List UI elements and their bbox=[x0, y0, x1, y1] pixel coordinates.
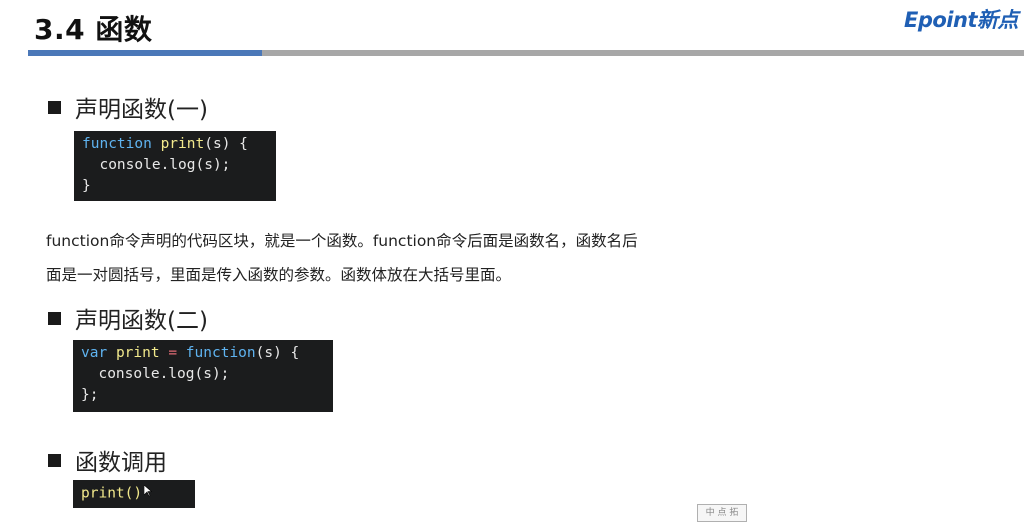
code-function-name: print bbox=[115, 345, 160, 361]
code-args: (s) { bbox=[255, 345, 300, 361]
code-function-name: print bbox=[160, 136, 205, 152]
code-operator: = bbox=[168, 345, 178, 361]
square-bullet-icon bbox=[48, 100, 61, 114]
section-heading-2: 声明函数(二) bbox=[48, 301, 208, 335]
header-divider-bar bbox=[262, 50, 1024, 56]
code-line: console.log(s); bbox=[82, 157, 231, 173]
square-bullet-icon bbox=[48, 311, 61, 325]
code-args: (s) { bbox=[204, 136, 248, 152]
section-heading-1: 声明函数(一) bbox=[48, 90, 208, 124]
slide-title: 3.4 函数 bbox=[34, 13, 153, 46]
epoint-logo: Epoint新点 bbox=[904, 8, 1019, 32]
code-line: print() bbox=[81, 483, 187, 505]
code-line: function print(s) { bbox=[82, 134, 268, 155]
code-keyword: var bbox=[81, 345, 108, 361]
section-heading-2-label: 声明函数(二) bbox=[75, 308, 208, 334]
code-line: }; bbox=[81, 387, 99, 403]
code-line: } bbox=[82, 178, 91, 194]
code-line: console.log(s); bbox=[81, 366, 230, 382]
code-block-2: var print = function(s) { console.log(s)… bbox=[73, 340, 333, 412]
code-block-1: function print(s) { console.log(s);} bbox=[74, 131, 276, 201]
square-bullet-icon bbox=[48, 453, 61, 467]
code-keyword: function bbox=[82, 136, 152, 152]
section-heading-3-label: 函数调用 bbox=[75, 450, 167, 476]
section-heading-3: 函数调用 bbox=[48, 443, 167, 477]
code-block-3: print() bbox=[73, 480, 195, 508]
code-keyword: function bbox=[185, 345, 256, 361]
footer-watermark: 中 点 拓 bbox=[697, 504, 747, 522]
code-line: var print = function(s) { bbox=[81, 343, 325, 364]
mouse-cursor-icon bbox=[143, 483, 153, 504]
paragraph-line-2: 面是一对圆括号，里面是传入函数的参数。函数体放在大括号里面。 bbox=[46, 266, 512, 284]
paragraph-line-1: function命令声明的代码区块，就是一个函数。function命令后面是函数… bbox=[46, 232, 638, 250]
code-call: print() bbox=[81, 485, 143, 502]
header-accent-bar bbox=[28, 50, 262, 56]
section-heading-1-label: 声明函数(一) bbox=[75, 97, 208, 123]
